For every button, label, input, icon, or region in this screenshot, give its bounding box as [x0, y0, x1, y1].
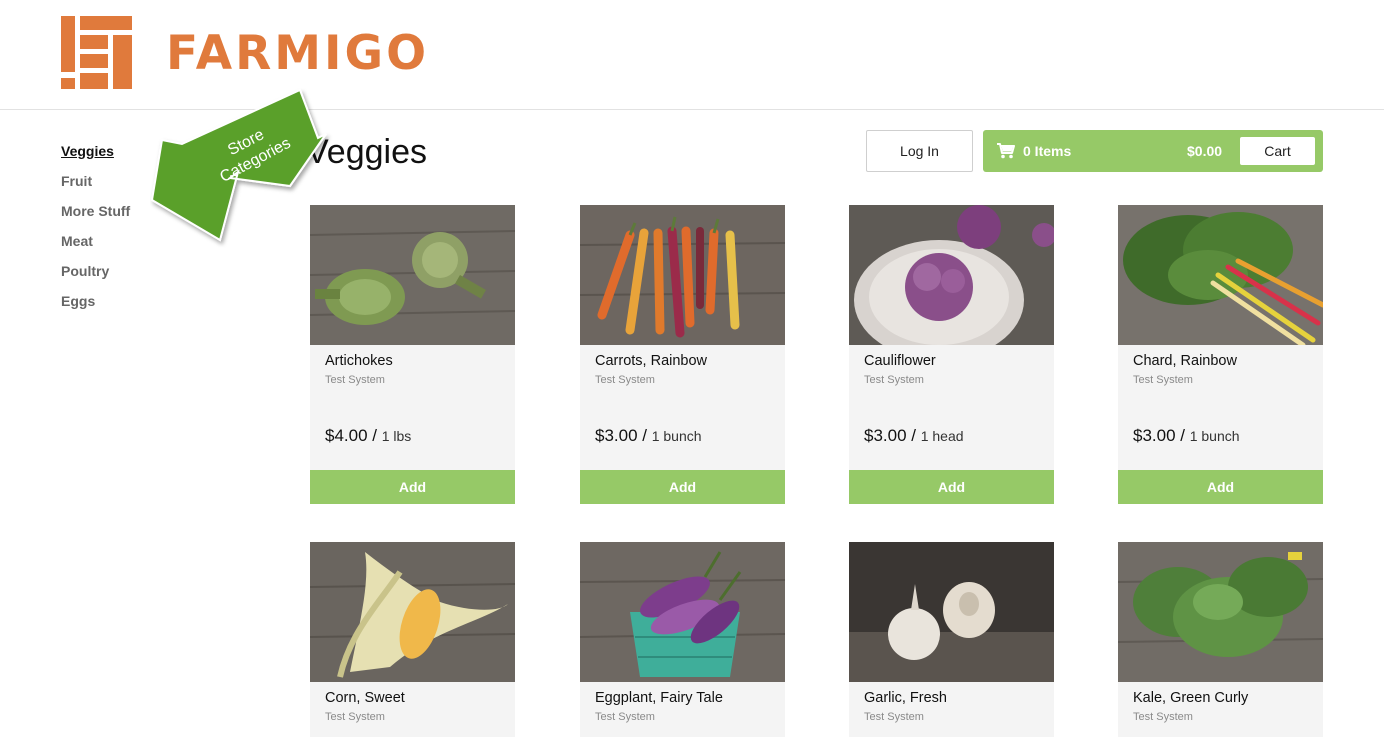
product-price: $3.00 / 1 head	[864, 426, 964, 445]
farmigo-logo-icon[interactable]	[61, 16, 132, 89]
add-to-cart-button[interactable]: Add	[580, 470, 785, 504]
product-vendor: Test System	[1133, 374, 1193, 386]
add-to-cart-button[interactable]: Add	[310, 470, 515, 504]
product-name[interactable]: Chard, Rainbow	[1133, 352, 1237, 370]
product-image-eggplant[interactable]	[580, 542, 785, 682]
add-to-cart-button[interactable]: Add	[849, 470, 1054, 504]
product-vendor: Test System	[595, 374, 655, 386]
product-card: Carrots, Rainbow Test System $3.00 / 1 b…	[580, 205, 785, 504]
product-card: Chard, Rainbow Test System $3.00 / 1 bun…	[1118, 205, 1323, 504]
cart-total: $0.00	[1187, 143, 1223, 159]
product-vendor: Test System	[1133, 711, 1193, 723]
cart-item-count: 0 Items	[1023, 143, 1072, 159]
product-price: $4.00 / 1 lbs	[325, 426, 412, 445]
product-image-kale[interactable]	[1118, 542, 1323, 682]
product-name[interactable]: Garlic, Fresh	[864, 689, 947, 707]
product-vendor: Test System	[864, 374, 924, 386]
product-name[interactable]: Cauliflower	[864, 352, 936, 370]
product-card: Kale, Green Curly Test System	[1118, 542, 1323, 737]
sidebar-item-poultry[interactable]: Poultry	[61, 262, 201, 292]
brand-name[interactable]: FARMIGO	[166, 28, 429, 80]
product-name[interactable]: Kale, Green Curly	[1133, 689, 1248, 707]
product-card: Eggplant, Fairy Tale Test System	[580, 542, 785, 737]
product-card: Garlic, Fresh Test System	[849, 542, 1054, 737]
product-image-carrots[interactable]	[580, 205, 785, 345]
login-button[interactable]: Log In	[866, 130, 973, 172]
product-image-corn[interactable]	[310, 542, 515, 682]
product-price: $3.00 / 1 bunch	[1133, 426, 1240, 445]
add-to-cart-button[interactable]: Add	[1118, 470, 1323, 504]
product-card: Artichokes Test System $4.00 / 1 lbs Add	[310, 205, 515, 504]
product-image-garlic[interactable]	[849, 542, 1054, 682]
product-price: $3.00 / 1 bunch	[595, 426, 702, 445]
product-image-artichoke[interactable]	[310, 205, 515, 345]
product-name[interactable]: Carrots, Rainbow	[595, 352, 707, 370]
product-name[interactable]: Eggplant, Fairy Tale	[595, 689, 723, 707]
cart-icon	[997, 143, 1015, 159]
product-vendor: Test System	[325, 711, 385, 723]
product-card: Cauliflower Test System $3.00 / 1 head A…	[849, 205, 1054, 504]
cart-button[interactable]: Cart	[1240, 137, 1315, 165]
sidebar-item-eggs[interactable]: Eggs	[61, 292, 201, 322]
product-image-cauliflower[interactable]	[849, 205, 1054, 345]
product-vendor: Test System	[595, 711, 655, 723]
product-vendor: Test System	[325, 374, 385, 386]
product-card: Corn, Sweet Test System	[310, 542, 515, 737]
product-image-chard[interactable]	[1118, 205, 1323, 345]
product-vendor: Test System	[864, 711, 924, 723]
product-name[interactable]: Artichokes	[325, 352, 393, 370]
product-name[interactable]: Corn, Sweet	[325, 689, 405, 707]
cart-bar[interactable]: 0 Items $0.00 Cart	[983, 130, 1323, 172]
